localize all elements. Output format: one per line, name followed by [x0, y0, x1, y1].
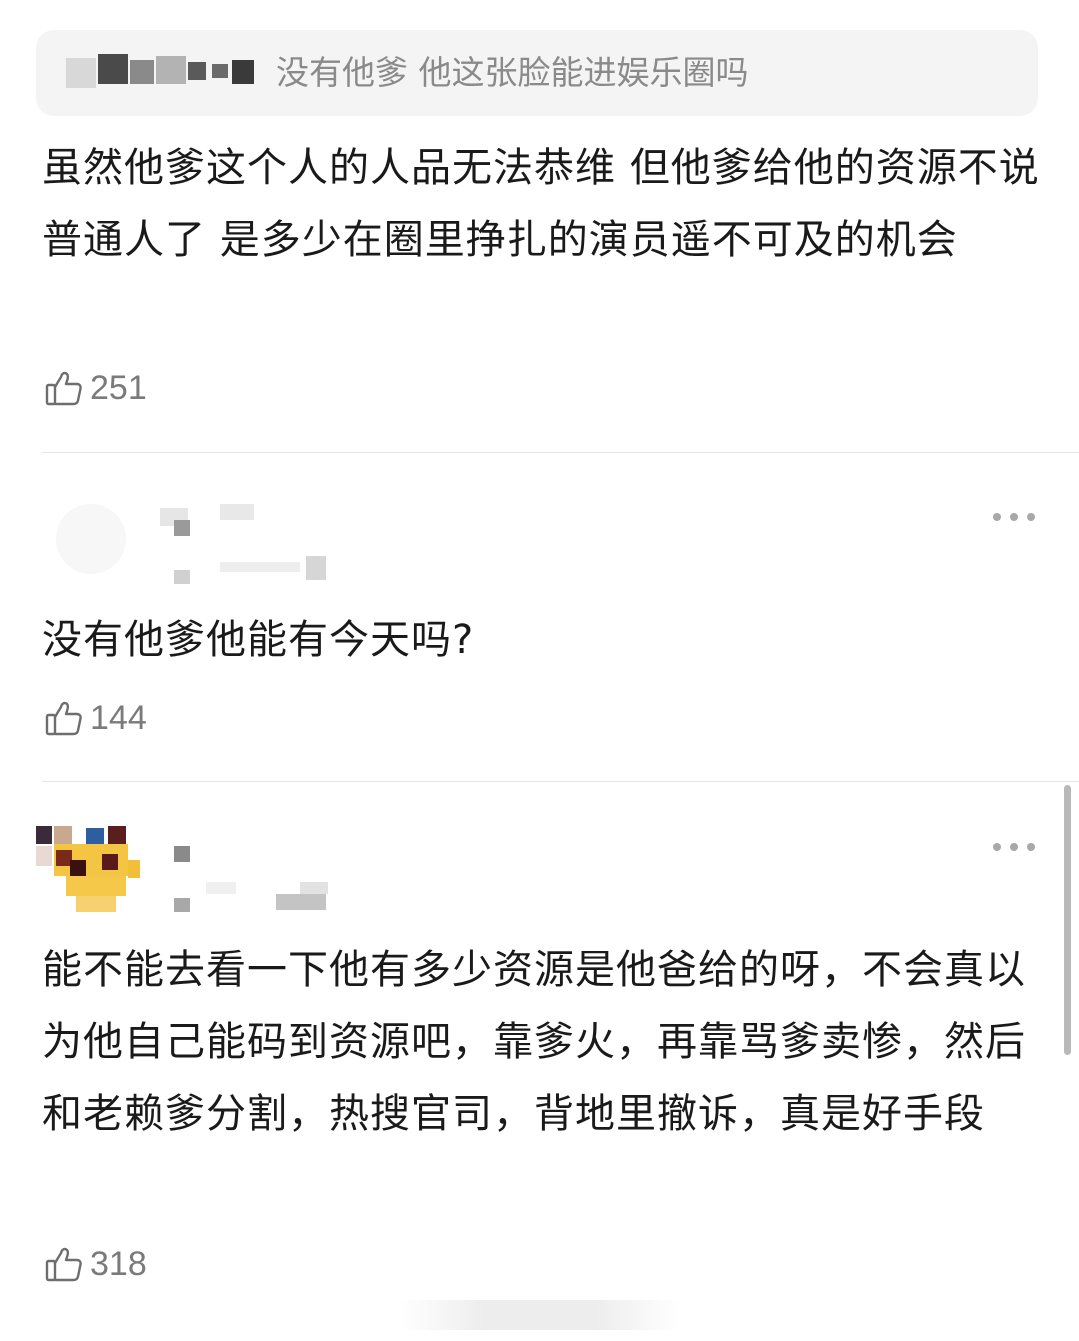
comment-2-avatar-blurred[interactable]: [36, 494, 146, 584]
thumbs-up-icon: [45, 701, 82, 736]
comment-3-like-count: 318: [90, 1244, 147, 1283]
comment-3-more-icon[interactable]: [993, 841, 1035, 853]
comment-2-like-button[interactable]: 144: [44, 696, 147, 740]
comment-1-text: 虽然他爹这个人的人品无法恭维 但他爹给他的资源不说普通人了 是多少在圈里挣扎的演…: [42, 145, 1040, 263]
thumbs-up-icon: [45, 371, 82, 406]
comment-3-username-blurred[interactable]: [160, 832, 370, 912]
comment-2-username-blurred[interactable]: [160, 500, 370, 584]
divider: [42, 452, 1079, 453]
quoted-reply-box[interactable]: 没有他爹 他这张脸能进娱乐圈吗: [36, 30, 1038, 116]
quoted-reply-text: 没有他爹 他这张脸能进娱乐圈吗: [276, 53, 749, 92]
quoted-author-name-blurred: [66, 52, 266, 94]
watermark-blurred: [400, 1300, 680, 1330]
scrollbar[interactable]: [1064, 785, 1071, 1055]
comment-2-text: 没有他爹他能有今天吗?: [42, 617, 475, 663]
comment-3-avatar-blurred[interactable]: [36, 826, 146, 916]
comment-3-like-button[interactable]: 318: [44, 1242, 147, 1286]
comment-3-text: 能不能去看一下他有多少资源是他爸给的呀，不会真以为他自己能码到资源吧，靠爹火，再…: [42, 947, 1026, 1137]
thumbs-up-icon: [45, 1247, 82, 1282]
comment-1-like-button[interactable]: 251: [44, 366, 147, 410]
comment-2-more-icon[interactable]: [993, 511, 1035, 523]
comment-2-like-count: 144: [90, 698, 147, 737]
comment-1-like-count: 251: [90, 368, 147, 407]
divider: [42, 781, 1079, 782]
